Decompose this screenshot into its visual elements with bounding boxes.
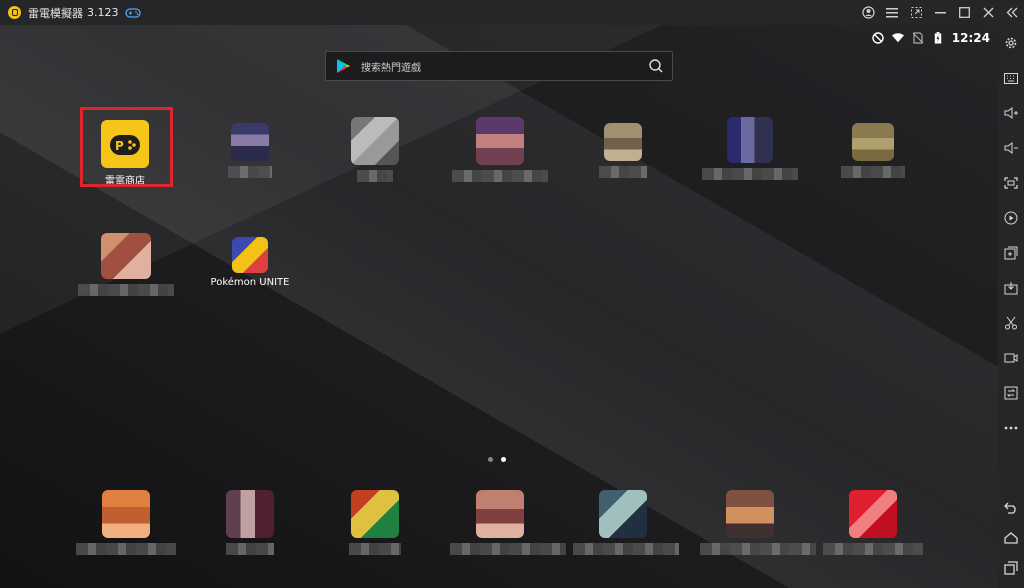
back-icon[interactable] bbox=[1003, 500, 1019, 516]
record-icon[interactable] bbox=[1003, 210, 1019, 226]
highlight-box bbox=[80, 107, 173, 187]
dock-app-blurred[interactable] bbox=[450, 490, 566, 555]
search-placeholder: 搜索熱門遊戲 bbox=[361, 62, 421, 74]
app-blurred[interactable] bbox=[823, 123, 923, 178]
right-toolbar bbox=[998, 25, 1024, 588]
title-bar: 雷電模擬器 3.123 bbox=[0, 0, 1024, 25]
blurred-label bbox=[349, 543, 401, 555]
app-icon bbox=[102, 490, 150, 538]
app-blurred[interactable] bbox=[450, 117, 550, 182]
wifi-icon bbox=[891, 33, 904, 43]
android-screen: 12:24 搜索熱門遊戲 P 雷電商店 Pokémon UNITE bbox=[0, 25, 998, 588]
app-icon bbox=[852, 123, 894, 161]
collapse-sidebar-icon[interactable] bbox=[1000, 0, 1024, 25]
more-icon[interactable] bbox=[1003, 420, 1019, 436]
volume-down-icon[interactable] bbox=[1003, 140, 1019, 156]
app-icon bbox=[727, 117, 773, 163]
mini-mode-icon[interactable] bbox=[904, 0, 928, 25]
blurred-label bbox=[823, 543, 923, 555]
sync-icon[interactable] bbox=[1003, 385, 1019, 401]
clock: 12:24 bbox=[951, 31, 990, 45]
dock-app-blurred[interactable] bbox=[700, 490, 816, 555]
app-icon bbox=[476, 490, 524, 538]
status-bar: 12:24 bbox=[872, 31, 990, 45]
pokemon-unite-icon bbox=[232, 237, 268, 273]
close-icon[interactable] bbox=[976, 0, 1000, 25]
blurred-label bbox=[357, 170, 393, 182]
scissors-icon[interactable] bbox=[1003, 315, 1019, 331]
page-indicator bbox=[488, 457, 506, 462]
app-icon bbox=[476, 117, 524, 165]
no-sim-icon bbox=[912, 32, 924, 44]
app-icon bbox=[726, 490, 774, 538]
dock-app-blurred[interactable] bbox=[76, 490, 176, 555]
account-icon[interactable] bbox=[856, 0, 880, 25]
app-pokemon-unite[interactable]: Pokémon UNITE bbox=[200, 237, 300, 288]
blurred-label bbox=[573, 543, 679, 555]
home-icon[interactable] bbox=[1003, 530, 1019, 546]
blurred-label bbox=[599, 166, 647, 178]
app-icon bbox=[351, 117, 399, 165]
app-version: 3.123 bbox=[87, 6, 119, 19]
recents-icon[interactable] bbox=[1003, 560, 1019, 576]
ldplayer-logo-icon bbox=[8, 6, 21, 19]
menu-icon[interactable] bbox=[880, 0, 904, 25]
dock-app-blurred[interactable] bbox=[200, 490, 300, 555]
app-blurred[interactable] bbox=[573, 123, 673, 178]
search-bar[interactable]: 搜索熱門遊戲 bbox=[325, 51, 673, 81]
blurred-label bbox=[841, 166, 905, 178]
page-dot[interactable] bbox=[488, 457, 493, 462]
blurred-label bbox=[76, 543, 176, 555]
app-icon bbox=[849, 490, 897, 538]
app-blurred[interactable] bbox=[325, 117, 425, 182]
search-icon[interactable] bbox=[648, 58, 664, 74]
app-icon bbox=[351, 490, 399, 538]
minimize-icon[interactable] bbox=[928, 0, 952, 25]
battery-icon bbox=[934, 32, 942, 44]
keyboard-icon[interactable] bbox=[1003, 70, 1019, 86]
video-icon[interactable] bbox=[1003, 350, 1019, 366]
add-app-icon[interactable] bbox=[1003, 245, 1019, 261]
page-dot-active[interactable] bbox=[501, 457, 506, 462]
settings-icon[interactable] bbox=[1003, 35, 1019, 51]
apk-icon[interactable] bbox=[1003, 280, 1019, 296]
app-icon bbox=[226, 490, 274, 538]
blurred-label bbox=[78, 284, 174, 296]
blurred-label bbox=[228, 166, 272, 178]
app-blurred[interactable] bbox=[700, 117, 800, 180]
app-icon bbox=[599, 490, 647, 538]
maximize-icon[interactable] bbox=[952, 0, 976, 25]
app-icon bbox=[101, 233, 151, 279]
google-play-icon bbox=[337, 59, 350, 73]
dock-app-blurred[interactable] bbox=[325, 490, 425, 555]
blurred-label bbox=[700, 543, 816, 555]
app-icon bbox=[604, 123, 642, 161]
blurred-label bbox=[452, 170, 548, 182]
volume-up-icon[interactable] bbox=[1003, 105, 1019, 121]
dock-app-blurred[interactable] bbox=[573, 490, 679, 555]
app-label: Pokémon UNITE bbox=[210, 277, 290, 288]
blurred-label bbox=[450, 543, 566, 555]
fullscreen-icon[interactable] bbox=[1003, 175, 1019, 191]
dnd-icon bbox=[872, 32, 884, 44]
app-blurred[interactable] bbox=[200, 123, 300, 178]
blurred-label bbox=[702, 168, 798, 180]
blurred-label bbox=[226, 543, 274, 555]
app-blurred[interactable] bbox=[76, 233, 176, 296]
app-title: 雷電模擬器 bbox=[28, 6, 83, 20]
app-icon bbox=[231, 123, 269, 161]
gamepad-icon[interactable] bbox=[124, 7, 141, 18]
dock-app-blurred[interactable] bbox=[823, 490, 923, 555]
